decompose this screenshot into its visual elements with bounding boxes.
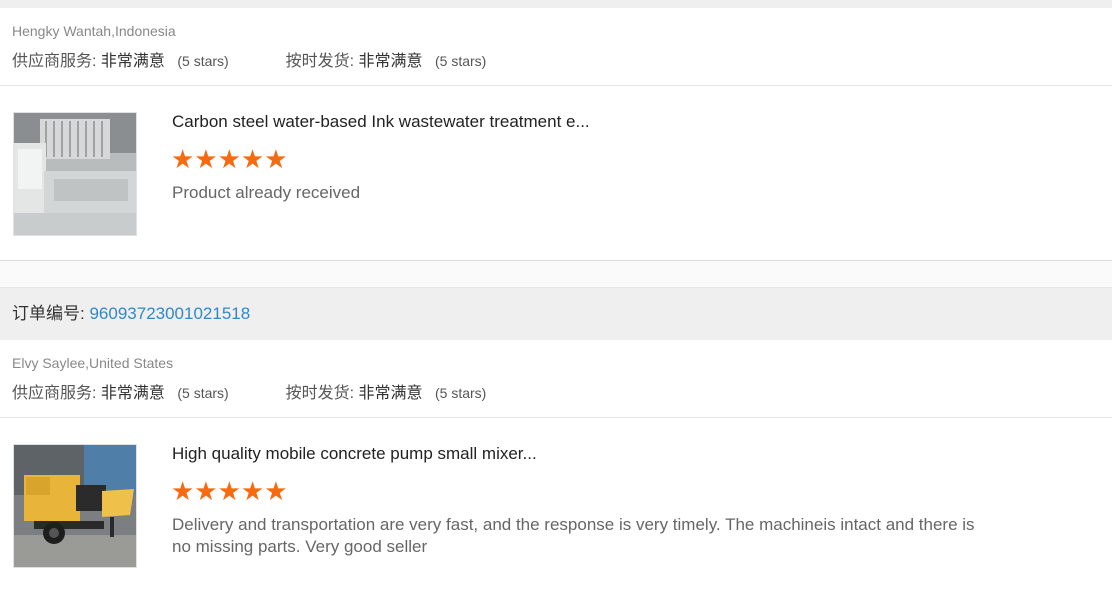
ontime-delivery-value: 非常满意 [358,53,423,70]
order-number-link[interactable]: 96093723001021518 [89,304,250,323]
product-thumbnail[interactable] [13,112,137,236]
reviewer-name: Hengky Wantah,Indonesia [12,23,176,39]
section-separator [0,260,1112,288]
reviewer-name: Elvy Saylee,United States [12,355,174,371]
ontime-delivery-stars: (5 stars) [435,385,487,401]
star-rating: ★★★★★ [171,144,288,174]
rating-summary: 供应商服务: 非常满意 (5 stars) 按时发货: 非常满意 (5 star… [12,375,1100,417]
order-header: 订单编号: 96093723001021518 [0,288,1112,340]
ontime-delivery-value: 非常满意 [358,385,423,402]
ontime-delivery-stars: (5 stars) [435,53,487,69]
product-review: Carbon steel water-based Ink wastewater … [0,86,1112,260]
order-number-label: 订单编号: [12,304,85,323]
ontime-delivery-label: 按时发货: [285,385,355,402]
ontime-delivery-label: 按时发货: [285,53,355,70]
product-review: High quality mobile concrete pump small … [0,418,1112,588]
product-thumbnail[interactable] [13,444,137,568]
supplier-service-stars: (5 stars) [177,385,229,401]
supplier-service-label: 供应商服务: [12,53,97,70]
top-divider-bar [0,0,1112,8]
filter-press-image [14,113,136,235]
concrete-pump-image [14,445,136,567]
review-card-2: 订单编号: 96093723001021518 Elvy Saylee,Unit… [0,288,1112,588]
supplier-service-label: 供应商服务: [12,385,97,402]
star-rating: ★★★★★ [171,476,288,506]
review-card-1: Hengky Wantah,Indonesia 供应商服务: 非常满意 (5 s… [0,8,1112,260]
supplier-service-stars: (5 stars) [177,53,229,69]
review-comment: Product already received [172,183,361,202]
product-title[interactable]: High quality mobile concrete pump small … [172,444,537,464]
rating-summary: 供应商服务: 非常满意 (5 stars) 按时发货: 非常满意 (5 star… [12,43,1100,85]
product-title[interactable]: Carbon steel water-based Ink wastewater … [172,112,590,132]
supplier-service-value: 非常满意 [100,53,165,70]
supplier-service-value: 非常满意 [100,385,165,402]
review-comment: Delivery and transportation are very fas… [172,515,975,556]
